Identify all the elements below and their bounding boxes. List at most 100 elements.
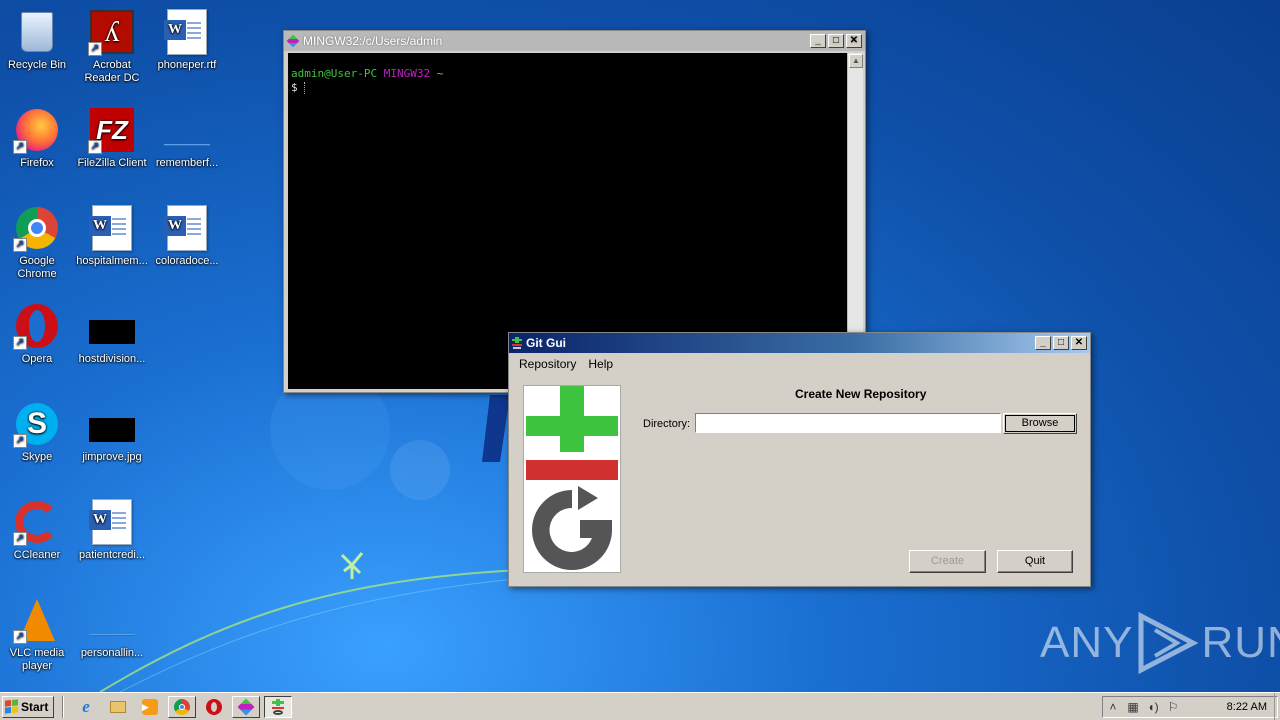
desktop-icon[interactable]: Wpatientcredi... [75, 498, 149, 562]
desktop-icon[interactable]: ↗ Firefox [0, 106, 74, 170]
text-cursor [304, 82, 306, 94]
gitgui-title: Git Gui [526, 336, 566, 350]
desktop-icon-label: personallin... [80, 647, 144, 659]
black-image-icon [88, 302, 136, 350]
desktop-icon[interactable]: rememberf... [150, 106, 224, 170]
firefox-icon: ↗ [13, 106, 61, 154]
desktop-icon-label: hospitalmem... [76, 255, 148, 267]
shortcut-arrow-icon: ↗ [13, 434, 27, 448]
desktop-icon-label: Recycle Bin [7, 59, 67, 71]
start-button[interactable]: Start [2, 695, 54, 718]
prompt-path: ~ [436, 67, 444, 80]
directory-input[interactable] [695, 413, 1001, 433]
shortcut-arrow-icon: ↗ [13, 140, 27, 154]
skype-icon: S ↗ [13, 400, 61, 448]
chrome-icon: ↗ [13, 204, 61, 252]
desktop-icon[interactable]: FZ ↗ FileZilla Client [75, 106, 149, 170]
scroll-up-icon[interactable]: ▲ [849, 54, 863, 68]
desktop-icon-label: rememberf... [155, 157, 219, 169]
taskbar: Start e ▶ ˄ ▦ ◖) ⚐ 8:22 AM [0, 692, 1280, 720]
desktop-icon[interactable]: Whospitalmem... [75, 204, 149, 268]
shortcut-arrow-icon: ↗ [13, 630, 27, 644]
clock[interactable]: 8:22 AM [1227, 701, 1267, 713]
network-icon[interactable]: ▦ [1123, 700, 1143, 714]
taskbar-chrome-icon[interactable] [168, 695, 196, 718]
file-explorer-icon[interactable] [104, 696, 132, 718]
git-gui-icon [512, 337, 522, 349]
anyrun-watermark: ANY RUN [1040, 612, 1280, 674]
shortcut-arrow-icon: ↗ [13, 336, 27, 350]
play-triangle-icon [1138, 612, 1199, 674]
create-repo-heading: Create New Repository [795, 387, 927, 401]
show-desktop-button[interactable] [1274, 693, 1280, 720]
close-button[interactable]: ✕ [1071, 336, 1087, 350]
desktop-icon-label: VLC media player [9, 647, 65, 672]
desktop-icon[interactable]: Wphoneper.rtf [150, 8, 224, 72]
desktop-icon[interactable]: jimprove.jpg [75, 400, 149, 464]
desktop-icon-label: Google Chrome [17, 255, 57, 280]
word-doc-icon: W [88, 204, 136, 252]
maximize-button[interactable]: □ [1053, 336, 1069, 350]
taskbar-mingw-icon[interactable] [232, 695, 260, 718]
desktop-icon-label: Skype [21, 451, 53, 463]
opera-icon: ↗ [13, 302, 61, 350]
desktop-icon-label: Firefox [20, 157, 54, 169]
ccleaner-icon: ↗ [13, 498, 61, 546]
vlc-icon: ↗ [13, 596, 61, 644]
gitgui-window[interactable]: Git Gui _ □ ✕ Repository Help Create New… [508, 332, 1091, 587]
git-logo [523, 385, 621, 573]
acrobat-icon: ʎ ↗ [88, 8, 136, 56]
desktop-icon[interactable]: hostdivision... [75, 302, 149, 366]
shortcut-arrow-icon: ↗ [88, 42, 102, 56]
desktop-icon-label: hostdivision... [78, 353, 146, 365]
desktop-icon[interactable]: ʎ ↗ Acrobat Reader DC [75, 8, 149, 85]
system-tray: ˄ ▦ ◖) ⚐ 8:22 AM [1102, 696, 1278, 718]
quit-button[interactable]: Quit [997, 550, 1073, 573]
windows-logo-icon [5, 699, 18, 714]
desktop-icon-label: Acrobat Reader DC [84, 59, 140, 84]
desktop-icon-label: coloradoce... [155, 255, 219, 267]
close-button[interactable]: ✕ [846, 34, 862, 48]
mingw-icon [286, 34, 300, 48]
media-player-icon[interactable]: ▶ [136, 696, 164, 718]
taskbar-gitgui-icon[interactable] [264, 695, 292, 718]
menubar: Repository Help [509, 353, 1090, 375]
minimize-button[interactable]: _ [1035, 336, 1051, 350]
action-center-flag-icon[interactable]: ⚐ [1163, 700, 1183, 714]
terminal-titlebar[interactable]: MINGW32:/c/Users/admin _ □ ✕ [284, 31, 865, 51]
browse-button[interactable]: Browse [1003, 413, 1077, 434]
black-image-icon [88, 400, 136, 448]
show-hidden-icons-icon[interactable]: ˄ [1103, 700, 1123, 714]
shortcut-arrow-icon: ↗ [13, 532, 27, 546]
desktop-icon[interactable]: ↗ VLC media player [0, 596, 74, 673]
desktop-icon[interactable]: ↗ Google Chrome [0, 204, 74, 281]
taskbar-opera-icon[interactable] [200, 696, 228, 718]
gitgui-titlebar[interactable]: Git Gui _ □ ✕ [509, 333, 1090, 353]
maximize-button[interactable]: □ [828, 34, 844, 48]
desktop-icon-label: CCleaner [13, 549, 61, 561]
menu-repository[interactable]: Repository [519, 357, 576, 371]
minimize-button[interactable]: _ [810, 34, 826, 48]
recycle-bin-icon [13, 8, 61, 56]
watermark-text-right: RUN [1201, 618, 1280, 667]
menu-help[interactable]: Help [588, 357, 613, 371]
desktop-icon[interactable]: Recycle Bin [0, 8, 74, 72]
prompt-symbol: $ [291, 81, 298, 94]
desktop-icon-label: phoneper.rtf [157, 59, 217, 71]
volume-icon[interactable]: ◖) [1143, 700, 1163, 714]
desktop-icon[interactable]: personallin... [75, 596, 149, 660]
filezilla-icon: FZ ↗ [88, 106, 136, 154]
directory-label: Directory: [643, 418, 691, 430]
desktop-icon[interactable]: S ↗ Skype [0, 400, 74, 464]
shortcut-arrow-icon: ↗ [88, 140, 102, 154]
desktop-icon[interactable]: Wcoloradoce... [150, 204, 224, 268]
desktop-icon-label: Opera [21, 353, 53, 365]
desktop-icon[interactable]: ↗ CCleaner [0, 498, 74, 562]
desktop-icon[interactable]: ↗ Opera [0, 302, 74, 366]
terminal-title: MINGW32:/c/Users/admin [303, 34, 443, 48]
create-button[interactable]: Create [909, 550, 986, 573]
watermark-text-left: ANY [1040, 618, 1134, 667]
word-doc-icon: W [88, 498, 136, 546]
desktop-icon-label: jimprove.jpg [82, 451, 142, 463]
internet-explorer-icon[interactable]: e [72, 696, 100, 718]
